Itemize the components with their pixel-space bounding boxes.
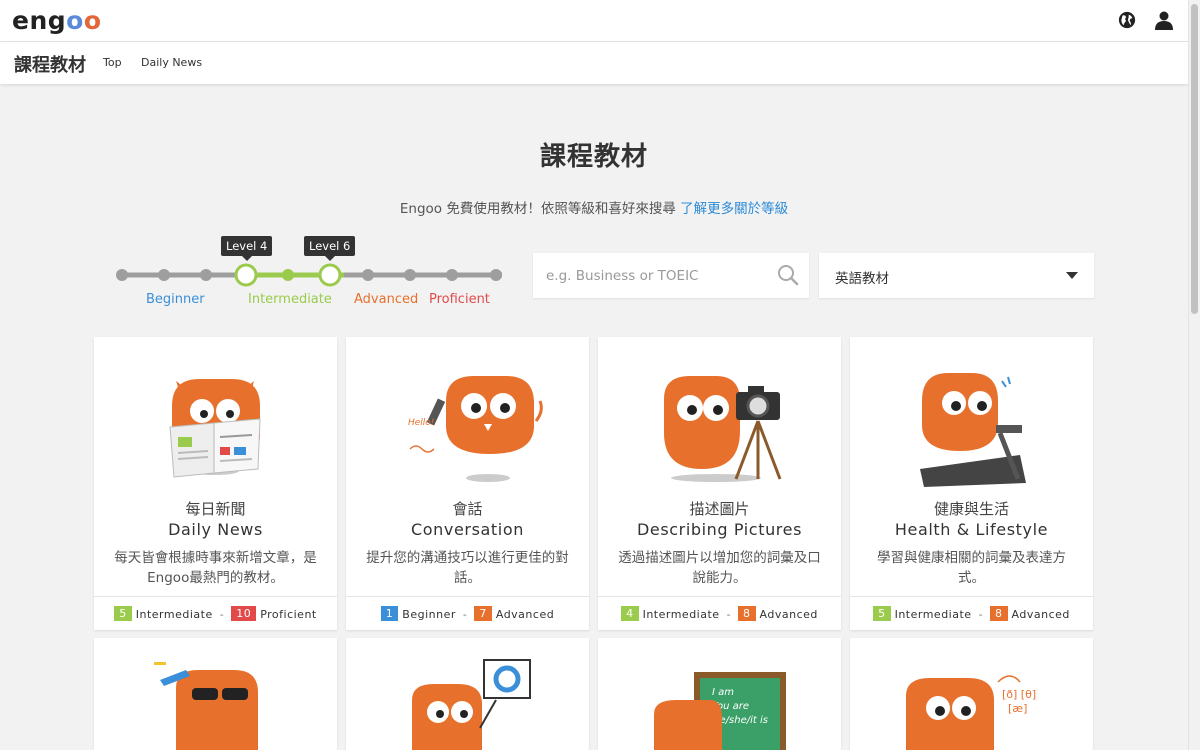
level-label-from: Intermediate <box>135 608 213 621</box>
page-subtitle: Engoo 免費使用教材！依照等級和喜好來搜尋 了解更多關於等級 <box>0 197 1188 217</box>
band-intermediate[interactable]: Intermediate <box>248 292 332 307</box>
level-handle-low[interactable] <box>234 263 258 287</box>
course-card-travel[interactable] <box>94 638 337 750</box>
card-description: 提升您的溝通技巧以進行更佳的對話。 <box>366 550 569 586</box>
level-label-to: Advanced <box>495 608 555 621</box>
globe-icon[interactable] <box>1118 11 1136 29</box>
sub-navigation: 課程教材 Top Daily News <box>0 42 1188 84</box>
nav-link-top[interactable]: Top <box>103 56 122 69</box>
tooltip-level-high: Level 6 <box>304 236 356 261</box>
search-box <box>533 253 809 298</box>
level-badge-to: 8 <box>738 606 756 621</box>
card-level-range: 1 Beginner -7 Advanced <box>346 596 589 630</box>
nav-title: 課程教材 <box>14 55 86 76</box>
learn-more-levels-link[interactable]: 了解更多關於等級 <box>680 201 788 217</box>
card-title-zh: 描述圖片 <box>689 500 750 518</box>
owl-phone-illustration: Hello! <box>408 376 543 482</box>
card-title-en: Health & Lifestyle <box>894 520 1049 539</box>
level-badge-from: 1 <box>380 606 399 621</box>
level-badge-from: 5 <box>114 606 132 621</box>
page-title: 課程教材 <box>539 142 648 172</box>
band-beginner[interactable]: Beginner <box>146 292 205 307</box>
course-card-health-lifestyle[interactable]: 健康與生活 Health & Lifestyle 學習與健康相關的詞彙及表達方式… <box>850 337 1093 630</box>
language-select[interactable]: 英語教材 <box>819 253 1094 298</box>
owl-treadmill-illustration <box>920 373 1026 487</box>
user-icon[interactable] <box>1154 10 1174 30</box>
scrollbar[interactable] <box>1188 0 1200 750</box>
owl-sunglasses-illustration <box>154 662 258 750</box>
chalkboard-line-1: I am <box>712 687 734 698</box>
card-title-zh: 健康與生活 <box>933 500 1009 518</box>
owl-camera-illustration <box>664 376 782 482</box>
course-card-grammar[interactable]: I am You are He/she/it is <box>598 638 841 750</box>
level-badge-from: 4 <box>621 606 639 621</box>
card-description: 每天皆會根據時事來新增文章，是Engoo最熱門的教材。 <box>114 550 317 586</box>
level-badge-to: 8 <box>990 606 1008 621</box>
search-input[interactable] <box>533 253 773 298</box>
card-level-range: 4 Intermediate -8 Advanced <box>598 596 841 630</box>
card-title-zh: 每日新聞 <box>185 500 246 518</box>
card-description: 透過描述圖片以增加您的詞彙及口說能力。 <box>618 550 821 586</box>
hello-text: Hello! <box>408 418 434 428</box>
language-select-value: 英語教材 <box>835 271 889 287</box>
band-proficient[interactable]: Proficient <box>429 292 490 307</box>
card-title-en: Conversation <box>411 520 524 539</box>
course-card-daily-news[interactable]: 每日新聞 Daily News 每天皆會根據時事來新增文章，是Engoo最熱門的… <box>94 337 337 630</box>
phonetic-symbols-1: [ð] [θ] <box>1002 688 1036 701</box>
card-level-range: 5 Intermediate -8 Advanced <box>850 596 1093 630</box>
card-description: 學習與健康相關的詞彙及表達方式。 <box>877 550 1066 586</box>
owl-newspaper-illustration <box>169 379 261 478</box>
tooltip-level-low: Level 4 <box>221 236 273 261</box>
course-card-describing-pictures[interactable]: 描述圖片 Describing Pictures 透過描述圖片以增加您的詞彙及口… <box>598 337 841 630</box>
level-label-from: Intermediate <box>642 608 720 621</box>
level-label-to: Proficient <box>260 608 317 621</box>
level-label-to: Advanced <box>759 608 818 621</box>
level-badge-to: 7 <box>474 606 492 621</box>
top-bar: engoo <box>0 0 1188 42</box>
scrollbar-thumb[interactable] <box>1191 4 1198 314</box>
level-badge-to: 10 <box>231 606 257 621</box>
nav-link-daily-news[interactable]: Daily News <box>141 56 202 69</box>
course-card-presentation[interactable] <box>346 638 589 750</box>
level-label-from: Beginner <box>402 608 456 621</box>
card-title-en: Describing Pictures <box>636 520 803 539</box>
course-card-conversation[interactable]: Hello! 會話 Conversation 提升您的溝通技巧以進行更佳的對話。… <box>346 337 589 630</box>
level-label-from: Intermediate <box>894 608 972 621</box>
band-advanced[interactable]: Advanced <box>354 292 418 307</box>
level-label-to: Advanced <box>1011 608 1070 621</box>
chevron-down-icon <box>1066 272 1078 279</box>
card-title-en: Daily News <box>168 520 263 539</box>
course-card-pronunciation[interactable]: [ð] [θ] [æ] <box>850 638 1093 750</box>
level-slider[interactable]: Level 4 Level 6 Beginner Intermediate Ad… <box>114 232 510 312</box>
search-icon[interactable] <box>777 264 799 286</box>
level-handle-high[interactable] <box>318 263 342 287</box>
owl-presentation-illustration <box>412 659 531 750</box>
card-level-range: 5 Intermediate -10 Proficient <box>94 596 337 630</box>
subtitle-text: Engoo 免費使用教材！依照等級和喜好來搜尋 <box>399 201 681 217</box>
owl-chalkboard-illustration: I am You are He/she/it is <box>654 672 786 750</box>
engoo-logo[interactable]: engoo <box>12 6 102 35</box>
level-badge-from: 5 <box>873 606 891 621</box>
card-title-zh: 會話 <box>452 500 483 518</box>
phonetic-symbols-2: [æ] <box>1008 702 1027 715</box>
owl-phonetics-illustration: [ð] [θ] [æ] <box>906 675 1036 750</box>
